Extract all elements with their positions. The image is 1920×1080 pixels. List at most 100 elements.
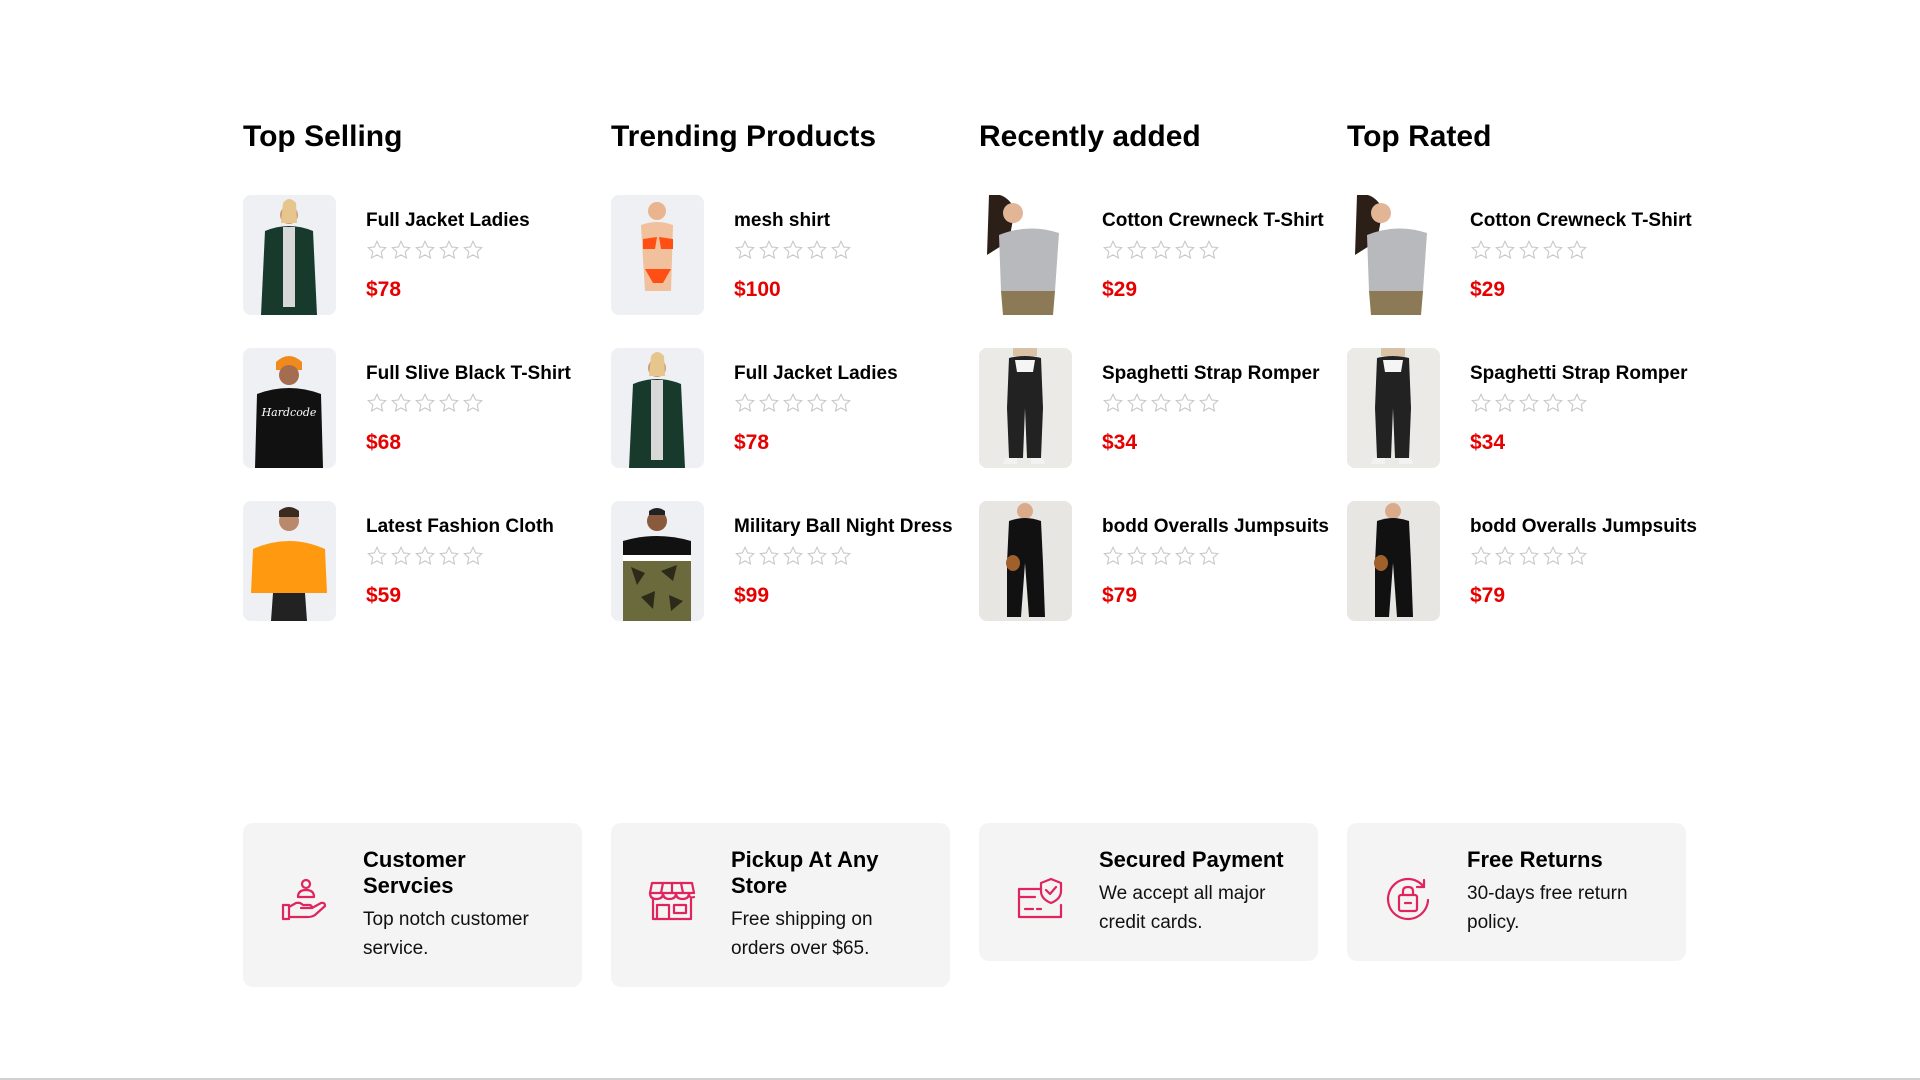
product-image[interactable] [979, 501, 1072, 621]
product-image[interactable]: Hardcode [243, 348, 336, 468]
star-rating [1470, 239, 1700, 261]
star-empty-icon [1103, 545, 1123, 565]
product-image[interactable] [979, 348, 1072, 468]
product-card[interactable]: Full Jacket Ladies $78 [243, 195, 611, 315]
product-name[interactable]: Full Jacket Ladies [734, 362, 964, 386]
star-empty-icon [783, 545, 803, 565]
product-name[interactable]: Latest Fashion Cloth [366, 515, 596, 539]
product-card[interactable]: Spaghetti Strap Romper $34 [979, 348, 1347, 468]
product-name[interactable]: bodd Overalls Jumpsuits [1102, 515, 1332, 539]
feature-customer-services: Customer Servcies Top notch customer ser… [243, 823, 582, 987]
column-top-selling: Top Selling Full Jacket Ladies $78 Hardc… [243, 118, 611, 654]
product-image[interactable] [243, 501, 336, 621]
star-empty-icon [759, 392, 779, 412]
product-image[interactable] [611, 195, 704, 315]
product-price: $34 [1102, 430, 1138, 454]
store-icon [641, 847, 703, 925]
star-empty-icon [1471, 545, 1491, 565]
product-card[interactable]: Cotton Crewneck T-Shirt $29 [1347, 195, 1715, 315]
product-image[interactable] [1347, 501, 1440, 621]
star-rating [734, 545, 964, 567]
product-card[interactable]: Cotton Crewneck T-Shirt $29 [979, 195, 1347, 315]
product-card[interactable]: Hardcode Full Slive Black T-Shirt $68 [243, 348, 611, 468]
product-image[interactable] [1347, 348, 1440, 468]
star-empty-icon [1127, 239, 1147, 259]
product-card[interactable]: bodd Overalls Jumpsuits $79 [1347, 501, 1715, 621]
star-empty-icon [415, 239, 435, 259]
feature-pickup-store: Pickup At Any Store Free shipping on ord… [611, 823, 950, 987]
star-rating [1102, 545, 1332, 567]
star-rating [734, 239, 964, 261]
star-empty-icon [807, 392, 827, 412]
star-empty-icon [1543, 239, 1563, 259]
column-title: Recently added [979, 120, 1201, 153]
product-image[interactable] [979, 195, 1072, 315]
star-rating [366, 239, 596, 261]
star-empty-icon [415, 392, 435, 412]
star-empty-icon [1519, 239, 1539, 259]
star-empty-icon [1471, 239, 1491, 259]
star-rating [366, 392, 596, 414]
product-card[interactable]: mesh shirt $100 [611, 195, 979, 315]
feature-title: Customer Servcies [363, 847, 466, 898]
star-empty-icon [1151, 392, 1171, 412]
star-rating [366, 545, 596, 567]
product-image[interactable] [611, 348, 704, 468]
product-price: $68 [366, 430, 402, 454]
star-empty-icon [1151, 239, 1171, 259]
product-price: $78 [734, 430, 770, 454]
product-name[interactable]: Cotton Crewneck T-Shirt [1102, 209, 1332, 233]
feature-title: Free Returns [1467, 847, 1603, 872]
star-rating [1470, 545, 1700, 567]
star-empty-icon [1495, 239, 1515, 259]
product-card[interactable]: bodd Overalls Jumpsuits $79 [979, 501, 1347, 621]
column-title: Top Rated [1347, 120, 1492, 153]
feature-description: Free shipping on orders over $65. [731, 909, 873, 959]
product-image[interactable] [243, 195, 336, 315]
service-features: Customer Servcies Top notch customer ser… [243, 823, 1686, 987]
star-empty-icon [1199, 392, 1219, 412]
star-empty-icon [783, 392, 803, 412]
star-empty-icon [1199, 545, 1219, 565]
product-image[interactable] [611, 501, 704, 621]
product-name[interactable]: Full Slive Black T-Shirt [366, 362, 596, 386]
product-name[interactable]: Spaghetti Strap Romper [1470, 362, 1700, 386]
star-empty-icon [807, 545, 827, 565]
feature-description: 30-days free return policy. [1467, 883, 1628, 933]
product-name[interactable]: Military Ball Night Dress [734, 515, 964, 539]
star-empty-icon [831, 545, 851, 565]
star-empty-icon [735, 392, 755, 412]
star-empty-icon [783, 239, 803, 259]
product-image[interactable] [1347, 195, 1440, 315]
column-top-rated: Top Rated Cotton Crewneck T-Shirt $29 Sp… [1347, 118, 1715, 654]
column-trending-products: Trending Products mesh shirt $100 Full J… [611, 118, 979, 654]
product-price: $79 [1102, 583, 1138, 607]
product-name[interactable]: bodd Overalls Jumpsuits [1470, 515, 1700, 539]
star-empty-icon [1567, 545, 1587, 565]
star-empty-icon [735, 239, 755, 259]
star-empty-icon [1103, 239, 1123, 259]
product-name[interactable]: Cotton Crewneck T-Shirt [1470, 209, 1700, 233]
product-name[interactable]: Full Jacket Ladies [366, 209, 596, 233]
star-empty-icon [463, 239, 483, 259]
product-card[interactable]: Latest Fashion Cloth $59 [243, 501, 611, 621]
product-name[interactable]: mesh shirt [734, 209, 964, 233]
product-card[interactable]: Military Ball Night Dress $99 [611, 501, 979, 621]
product-columns: Top Selling Full Jacket Ladies $78 Hardc… [243, 118, 1715, 654]
star-empty-icon [735, 545, 755, 565]
feature-secured-payment: Secured Payment We accept all major cred… [979, 823, 1318, 961]
star-empty-icon [807, 239, 827, 259]
product-card[interactable]: Spaghetti Strap Romper $34 [1347, 348, 1715, 468]
product-price: $59 [366, 583, 402, 607]
star-empty-icon [463, 545, 483, 565]
star-empty-icon [759, 239, 779, 259]
hand-user-icon [273, 847, 335, 925]
product-price: $29 [1102, 277, 1138, 301]
star-rating [1470, 392, 1700, 414]
product-name[interactable]: Spaghetti Strap Romper [1102, 362, 1332, 386]
product-card[interactable]: Full Jacket Ladies $78 [611, 348, 979, 468]
star-empty-icon [1543, 392, 1563, 412]
star-empty-icon [1543, 545, 1563, 565]
star-empty-icon [831, 239, 851, 259]
star-empty-icon [759, 545, 779, 565]
